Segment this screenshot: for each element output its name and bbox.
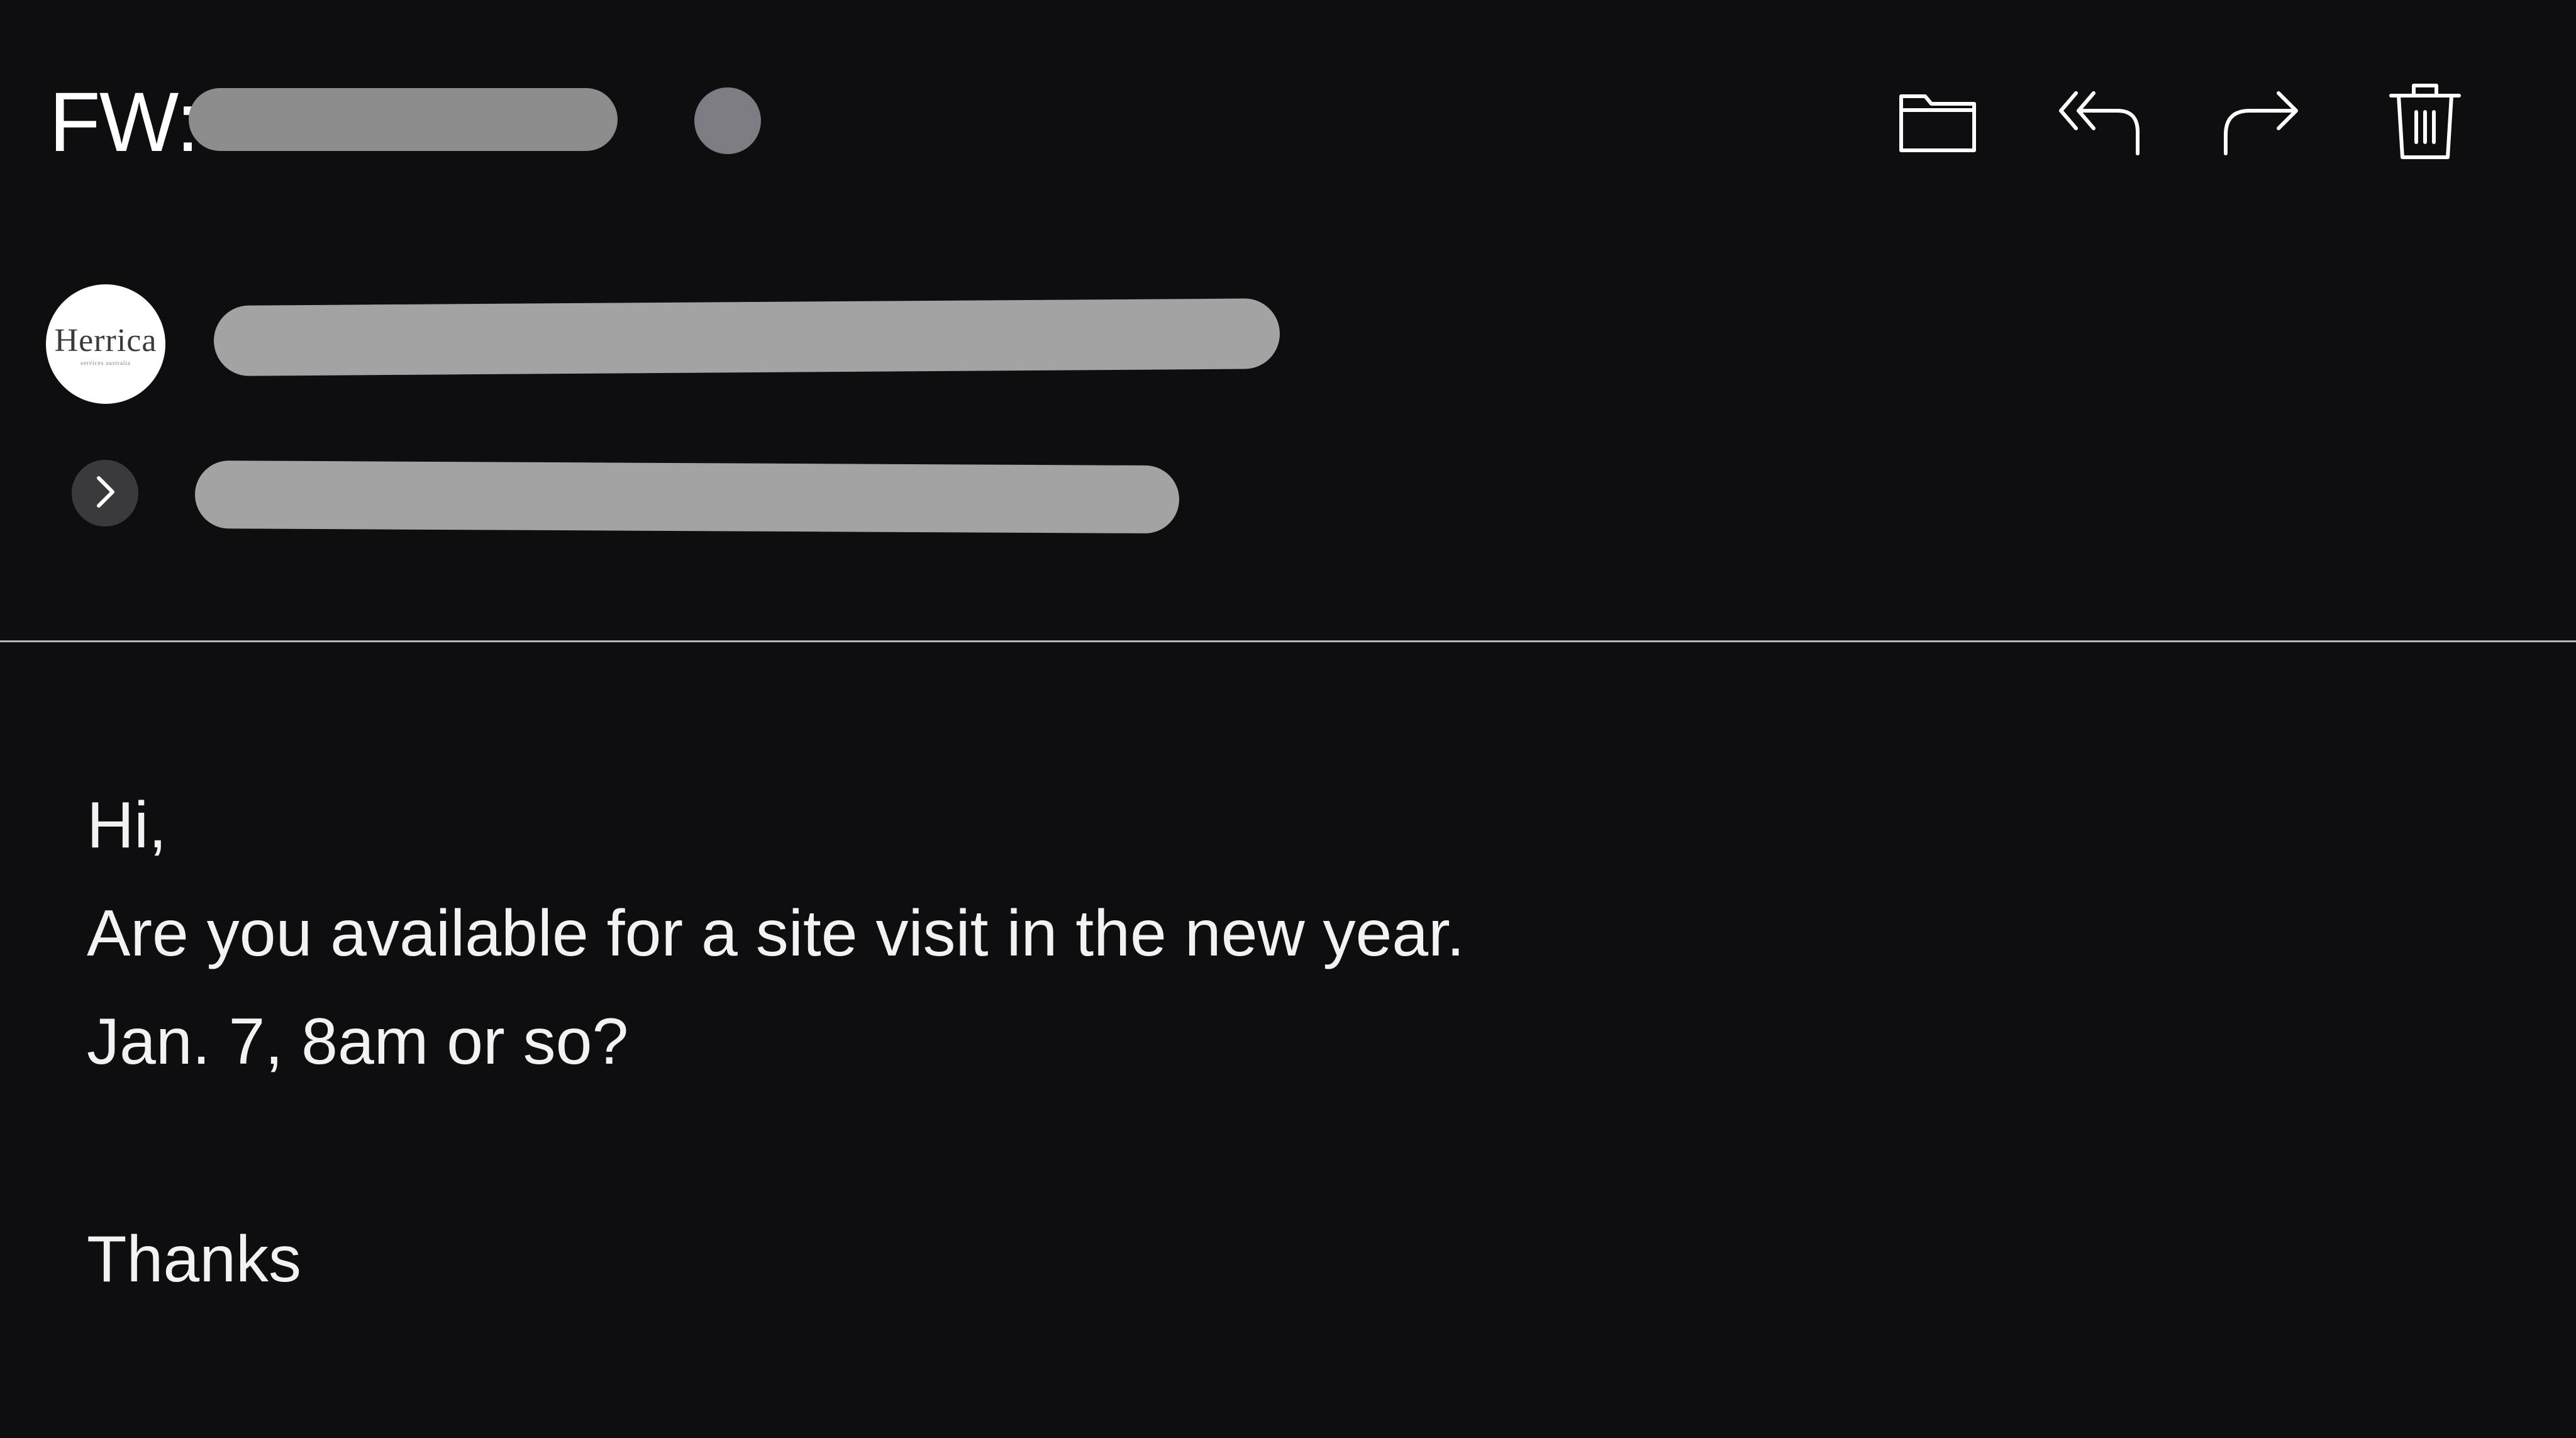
subject-row: FW: bbox=[49, 75, 199, 170]
reply-all-button[interactable] bbox=[2054, 74, 2148, 169]
forward-button[interactable] bbox=[2214, 74, 2309, 169]
forward-icon bbox=[2221, 87, 2302, 156]
subject-prefix: FW: bbox=[49, 75, 199, 169]
subject-redaction bbox=[189, 88, 618, 151]
body-line-question: Are you available for a site visit in th… bbox=[87, 897, 1465, 970]
email-header: FW: Herrica services australia bbox=[0, 0, 2576, 642]
avatar-logo-subtext: services australia bbox=[80, 360, 131, 366]
sender-avatar[interactable]: Herrica services australia bbox=[46, 284, 165, 404]
body-line-greeting: Hi, bbox=[87, 789, 167, 862]
body-line-date: Jan. 7, 8am or so? bbox=[87, 1005, 629, 1078]
unread-indicator[interactable] bbox=[694, 87, 761, 154]
move-to-folder-button[interactable] bbox=[1890, 74, 1985, 169]
email-view: FW: Herrica services australia Hi, Are y… bbox=[0, 0, 2576, 1438]
trash-icon bbox=[2387, 81, 2463, 162]
folder-icon bbox=[1897, 89, 1978, 154]
reply-all-icon bbox=[2057, 87, 2145, 156]
delete-button[interactable] bbox=[2378, 74, 2472, 169]
expand-recipients-button[interactable] bbox=[72, 460, 138, 527]
recipients-redaction bbox=[194, 460, 1180, 534]
header-divider bbox=[0, 640, 2576, 642]
sender-redaction bbox=[213, 298, 1280, 376]
avatar-logo-text: Herrica bbox=[54, 323, 157, 359]
body-line-signoff: Thanks bbox=[87, 1223, 302, 1296]
chevron-right-icon bbox=[92, 474, 118, 513]
